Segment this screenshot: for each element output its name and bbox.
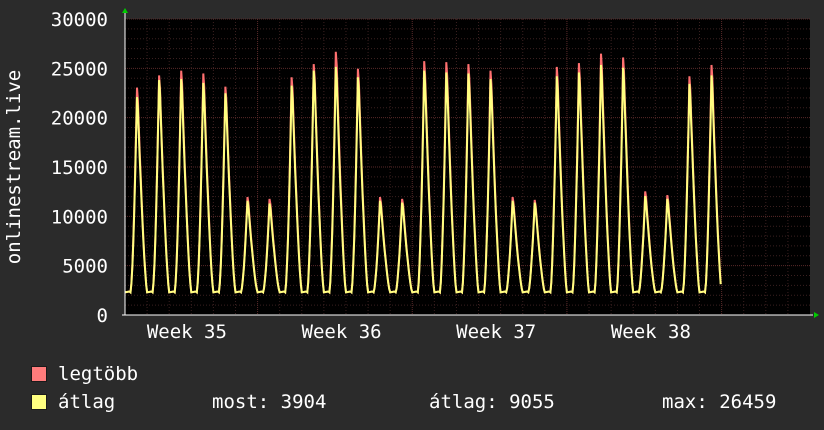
y-tick-label: 20000 <box>51 108 108 130</box>
y-tick-label: 5000 <box>62 256 108 278</box>
x-tick-label: Week 38 <box>611 321 691 343</box>
y-tick-label: 15000 <box>51 157 108 179</box>
y-axis-arrow <box>122 8 128 13</box>
x-tick-label: Week 36 <box>302 321 382 343</box>
y-tick-label: 25000 <box>51 58 108 80</box>
x-tick-label: Week 35 <box>147 321 227 343</box>
x-axis-arrow <box>814 312 819 318</box>
y-tick-label: 10000 <box>51 206 108 228</box>
y-tick-label: 30000 <box>51 9 108 31</box>
y-axis-label: onlinestream.live <box>3 70 25 264</box>
y-tick-label: 0 <box>97 305 108 327</box>
chart: 0 5000 10000 15000 20000 25000 30000 Week 35 Wee… <box>3 8 819 343</box>
x-tick-label: Week 37 <box>456 321 536 343</box>
